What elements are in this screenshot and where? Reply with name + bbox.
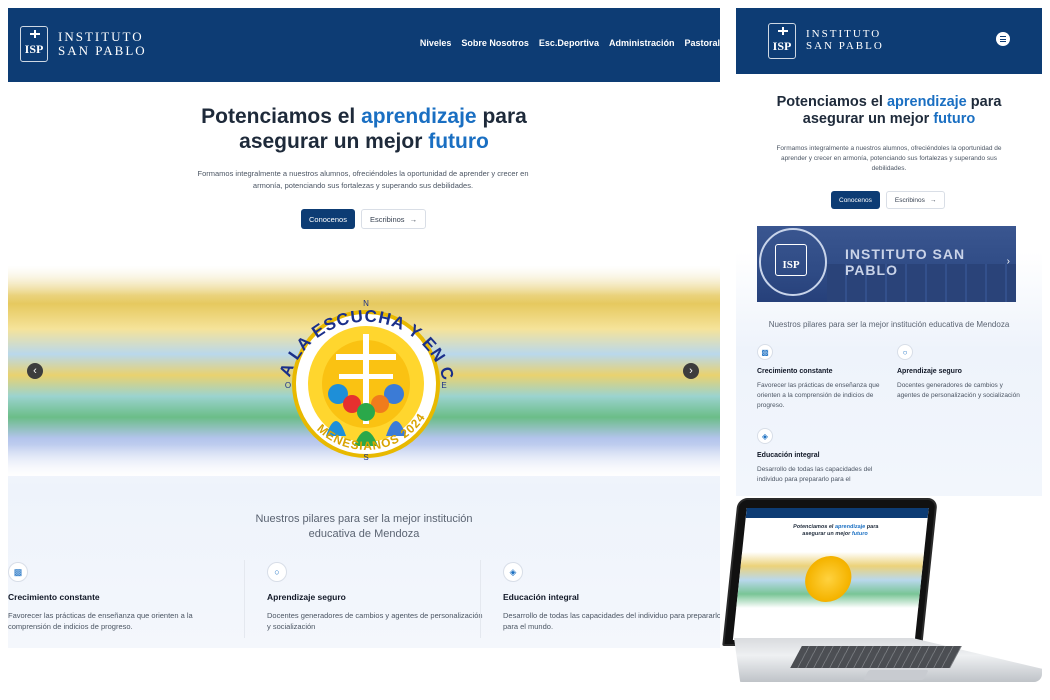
mini-hero-title: Potenciamos el aprendizaje para asegurar…: [792, 524, 879, 537]
pillar-crecimiento: ▩ Crecimiento constante Favorecer las pr…: [8, 562, 228, 632]
pillar-text: Favorecer las prácticas de enseñanza que…: [8, 611, 193, 631]
mini-carousel: [736, 552, 925, 608]
logo-line1: INSTITUTO: [58, 29, 144, 45]
carousel-prev-button[interactable]: ‹: [27, 363, 43, 379]
hero-title-mobile: Potenciamos el aprendizaje para asegurar…: [776, 94, 1002, 127]
pillar-text: Docentes generadores de cambios y agente…: [897, 382, 1020, 399]
conocenos-button[interactable]: Conocenos: [831, 191, 880, 209]
chevron-right-icon[interactable]: ›: [1007, 256, 1010, 267]
nav-item-administracion[interactable]: Administración: [609, 38, 675, 48]
arrow-right-icon: →: [409, 214, 418, 224]
pillar-title: Aprendizaje seguro: [897, 368, 962, 375]
hero-subtitle: Formamos integralmente a nuestros alumno…: [197, 169, 529, 190]
hero-title: Potenciamos el aprendizaje para asegurar…: [201, 105, 527, 153]
desktop-navbar: ISP INSTITUTO SAN PABLO Niveles Sobre No…: [8, 8, 720, 82]
pillar-title: Educación integral: [757, 452, 820, 459]
compass-n: N: [363, 299, 369, 308]
main-menu: Niveles Sobre Nosotros Esc.Deportiva Adm…: [420, 38, 720, 48]
layers-icon: ◈: [503, 562, 523, 582]
arrow-right-icon: →: [929, 196, 937, 204]
desktop-view: ISP INSTITUTO SAN PABLO Niveles Sobre No…: [8, 8, 720, 648]
escribinos-button[interactable]: Escribinos →: [885, 191, 946, 209]
lock-icon: ○: [897, 344, 913, 360]
site-logo[interactable]: ISP INSTITUTO SAN PABLO: [20, 26, 147, 62]
pillar-crecimiento: ▩ Crecimiento constante Favorecer las pr…: [757, 344, 882, 411]
pillars-title: Nuestros pilares para ser la mejor insti…: [255, 513, 473, 540]
pillar-educacion: ◈ Educación integral Desarrollo de todas…: [503, 562, 720, 632]
chevron-left-icon: ‹: [33, 365, 37, 377]
mobile-view: ISP INSTITUTO SAN PABLO Potenciamos el a…: [736, 8, 1042, 496]
pillar-educacion: ◈ Educación integral Desarrollo de todas…: [757, 428, 882, 485]
conocenos-button[interactable]: Conocenos: [301, 209, 355, 229]
carousel-next-button[interactable]: ›: [683, 363, 699, 379]
hero-buttons: Conocenos Escribinos →: [301, 209, 427, 229]
pillar-title: Crecimiento constante: [8, 592, 100, 602]
hero-subtitle-mobile: Formamos integralmente a nuestros alumno…: [776, 145, 1002, 172]
lock-icon: ○: [267, 562, 287, 582]
bar-chart-icon: ▩: [757, 344, 773, 360]
pillar-text: Desarrollo de todas las capacidades del …: [503, 611, 720, 631]
mobile-navbar: ISP INSTITUTO SAN PABLO: [736, 8, 1042, 74]
nav-item-esc-deportiva[interactable]: Esc.Deportiva: [539, 38, 599, 48]
laptop-keyboard: [790, 646, 962, 668]
pillar-title: Educación integral: [503, 592, 580, 602]
layers-icon: ◈: [757, 428, 773, 444]
laptop-lid: Potenciamos el aprendizaje para asegurar…: [722, 498, 938, 646]
mini-navbar: [745, 508, 929, 518]
pillar-aprendizaje: ○ Aprendizaje seguro Docentes generadore…: [267, 562, 487, 632]
isp-logo-icon: ISP: [775, 244, 807, 276]
compass-s: S: [363, 453, 368, 462]
isp-logo-icon: ISP: [20, 26, 48, 62]
pillar-text: Favorecer las prácticas de enseñanza que…: [757, 382, 880, 409]
school-photo-carousel[interactable]: INSTITUTO SAN PABLO ISP ›: [757, 226, 1016, 302]
pillars-title-mobile: Nuestros pilares para ser la mejor insti…: [768, 320, 1010, 329]
pillar-title: Aprendizaje seguro: [267, 592, 346, 602]
laptop-mockup: Potenciamos el aprendizaje para asegurar…: [722, 496, 1050, 692]
site-logo-mobile[interactable]: ISP INSTITUTO SAN PABLO: [768, 23, 884, 59]
nav-item-niveles[interactable]: Niveles: [420, 38, 452, 48]
divider: [480, 560, 481, 638]
compass-o: O: [285, 381, 291, 390]
hero-carousel[interactable]: A LA ESCUCHA Y EN CAMINO MENESIANOS 2024…: [8, 266, 720, 476]
escribinos-button[interactable]: Escribinos →: [360, 209, 427, 229]
nav-item-sobre-nosotros[interactable]: Sobre Nosotros: [461, 38, 529, 48]
pillar-title: Crecimiento constante: [757, 368, 833, 375]
logo-line2: SAN PABLO: [806, 40, 884, 52]
pillar-text: Docentes generadores de cambios y agente…: [267, 611, 483, 631]
pillar-aprendizaje: ○ Aprendizaje seguro Docentes generadore…: [897, 344, 1022, 401]
menesianos-2024-emblem: A LA ESCUCHA Y EN CAMINO MENESIANOS 2024…: [266, 276, 457, 462]
nav-item-pastoral[interactable]: Pastoral: [684, 38, 720, 48]
logo-line2: SAN PABLO: [58, 43, 147, 58]
laptop-trackpad: [863, 670, 929, 680]
mini-emblem: [802, 556, 854, 602]
building-sign: INSTITUTO SAN PABLO: [845, 246, 966, 278]
isp-logo-icon: ISP: [768, 23, 796, 59]
pillar-text: Desarrollo de todas las capacidades del …: [757, 466, 873, 483]
compass-e: E: [441, 381, 446, 390]
bar-chart-icon: ▩: [8, 562, 28, 582]
chevron-right-icon: ›: [689, 365, 693, 377]
divider: [244, 560, 245, 638]
hamburger-menu-icon[interactable]: [996, 32, 1010, 46]
laptop-screen: Potenciamos el aprendizaje para asegurar…: [732, 508, 929, 640]
hero-buttons-mobile: Conocenos Escribinos →: [831, 191, 946, 209]
